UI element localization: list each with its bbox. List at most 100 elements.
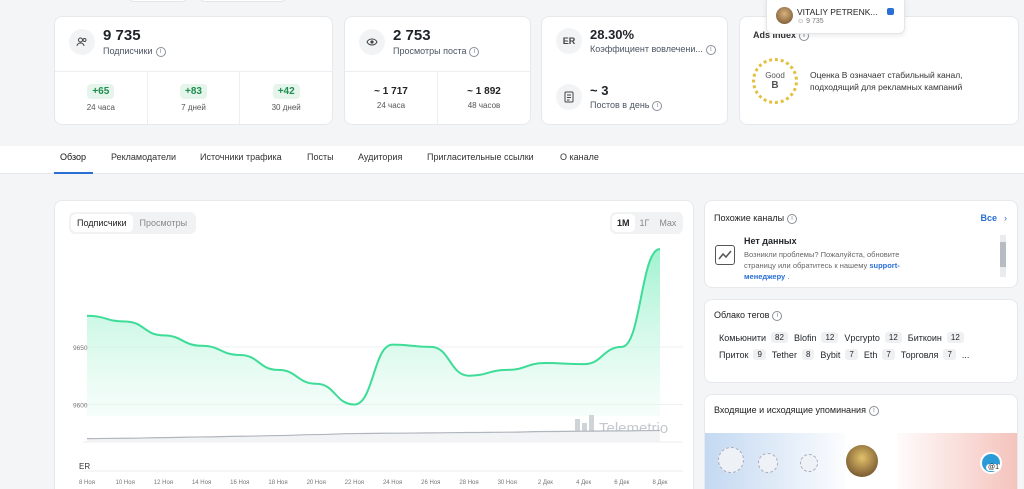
data-point[interactable]	[124, 320, 127, 323]
mention-node[interactable]	[800, 454, 818, 472]
data-point[interactable]	[468, 374, 471, 377]
tag-chip[interactable]: Tether 8	[772, 349, 815, 360]
er-point[interactable]	[239, 435, 241, 437]
empty-text-end: .	[787, 272, 790, 281]
er-point[interactable]	[277, 435, 279, 437]
channel-center-avatar[interactable]	[846, 445, 878, 477]
er-point[interactable]	[583, 430, 585, 432]
subscribers-chart[interactable]: Telemetrio ER 96009650 8 Ноя 10 Ноя 12 Ноя…	[55, 201, 695, 489]
grade-badge: Good B	[752, 58, 798, 104]
tab-about[interactable]: О канале	[560, 152, 599, 162]
data-point[interactable]	[582, 363, 585, 366]
er-point[interactable]	[468, 432, 470, 434]
data-point[interactable]	[353, 403, 356, 406]
period-label: 48 часов	[467, 101, 501, 110]
x-tick-label: 2 Дек	[538, 480, 553, 486]
info-icon[interactable]: i	[155, 46, 166, 57]
mentions-card: Входящие и исходящие упоминания i @1	[704, 394, 1018, 489]
mentions-title: Входящие и исходящие упоминания	[714, 405, 866, 415]
tag-chip[interactable]: Торговля 7	[901, 349, 956, 360]
top-button-2[interactable]	[199, 0, 287, 2]
mention-node[interactable]	[718, 447, 744, 473]
data-point[interactable]	[162, 334, 165, 337]
tab-advertisers[interactable]: Рекламодатели	[111, 152, 176, 162]
info-icon[interactable]: i	[772, 310, 783, 321]
channel-popup[interactable]: VITALIY PETRENK... ☺ 9 735	[766, 0, 905, 34]
data-point[interactable]	[506, 368, 509, 371]
tags-more[interactable]: ...	[962, 349, 970, 360]
x-tick-label: 18 Ноя	[268, 480, 287, 486]
tag-chip[interactable]: Blofin 12	[794, 332, 839, 343]
tab-posts[interactable]: Посты	[307, 152, 334, 162]
er-point[interactable]	[659, 430, 661, 432]
er-point[interactable]	[315, 434, 317, 436]
er-point[interactable]	[201, 436, 203, 438]
tag-chip[interactable]: Bybit 7	[820, 349, 858, 360]
see-all-chevron-icon[interactable]: ›	[1004, 213, 1007, 223]
data-point[interactable]	[429, 345, 432, 348]
scrollbar-thumb[interactable]	[1000, 242, 1006, 267]
er-point[interactable]	[124, 437, 126, 439]
data-point[interactable]	[620, 345, 623, 348]
top-button-1[interactable]	[128, 0, 188, 2]
x-tick-label: 26 Ноя	[421, 480, 440, 486]
grade-letter: B	[771, 80, 779, 91]
verified-icon	[887, 8, 894, 15]
user-icon: ☺	[797, 18, 805, 25]
info-icon[interactable]: i	[652, 100, 663, 111]
data-point[interactable]	[544, 362, 547, 365]
er-point[interactable]	[544, 431, 546, 433]
y-tick-label: 9650	[73, 345, 88, 352]
tag-label: Комьюнити	[719, 332, 767, 343]
views-label: Просмотры поста	[393, 46, 467, 56]
er-label: Коэффициент вовлечени...	[590, 44, 703, 54]
users-icon	[69, 28, 95, 55]
views-card: 2 753 Просмотры поста i ~ 1 717 24 часа ~ …	[344, 16, 531, 125]
data-point[interactable]	[659, 248, 662, 251]
channel-avatar	[776, 7, 793, 24]
tab-invite-links[interactable]: Пригласительные ссылки	[427, 152, 534, 162]
scrollbar[interactable]	[1000, 235, 1006, 277]
er-point[interactable]	[430, 432, 432, 434]
period-label: 24 часа	[86, 103, 115, 112]
er-value: 28.30%	[590, 27, 635, 42]
er-point[interactable]	[392, 432, 394, 434]
tag-label: Eth	[863, 349, 878, 360]
see-all-link[interactable]: Все	[980, 213, 997, 223]
tab-traffic-sources[interactable]: Источники трафика	[200, 152, 282, 162]
tag-chip[interactable]: Eth 7	[864, 349, 895, 360]
x-tick-label: 8 Ноя	[79, 480, 95, 486]
mention-node[interactable]	[758, 453, 778, 473]
data-point[interactable]	[86, 314, 89, 317]
data-point[interactable]	[200, 344, 203, 347]
er-point[interactable]	[162, 437, 164, 439]
tag-cloud-card: Облако тегов i Комьюнити 82 Blofin 12 Vpcrypt…	[704, 299, 1018, 383]
tag-count: 12	[946, 332, 964, 343]
info-icon[interactable]: i	[787, 213, 798, 224]
data-point[interactable]	[277, 368, 280, 371]
data-point[interactable]	[238, 353, 241, 356]
similar-channels-card: Похожие каналы i Все › Нет данных Возникл…	[704, 200, 1018, 288]
er-point[interactable]	[621, 430, 623, 432]
data-point[interactable]	[315, 382, 318, 385]
er-axis-label: ER	[79, 462, 90, 471]
tab-overview[interactable]: Обзор	[60, 152, 86, 162]
info-icon[interactable]: i	[868, 405, 879, 416]
views-48h: ~ 1 892	[467, 86, 501, 97]
tag-count: 7	[882, 349, 895, 360]
tag-chip[interactable]: Биткоин 12	[908, 332, 964, 343]
er-point[interactable]	[86, 438, 88, 440]
info-icon[interactable]: i	[705, 44, 716, 55]
ads-index-description: Оценка B означает стабильный канал, подх…	[810, 70, 963, 92]
subscribers-card: 9 735 Подписчики i +65 24 часа +83 7 дней +…	[54, 16, 333, 125]
data-point[interactable]	[391, 343, 394, 346]
tab-audience[interactable]: Аудитория	[358, 152, 402, 162]
tag-chip[interactable]: Приток 9	[719, 349, 766, 360]
tag-chip[interactable]: Vpcrypto 12	[844, 332, 902, 343]
info-icon[interactable]: i	[469, 46, 480, 57]
tag-chip[interactable]: Комьюнити 82	[719, 332, 788, 343]
x-tick-label: 30 Ноя	[498, 480, 517, 486]
er-point[interactable]	[353, 433, 355, 435]
x-tick-label: 24 Ноя	[383, 480, 402, 486]
er-point[interactable]	[506, 431, 508, 433]
